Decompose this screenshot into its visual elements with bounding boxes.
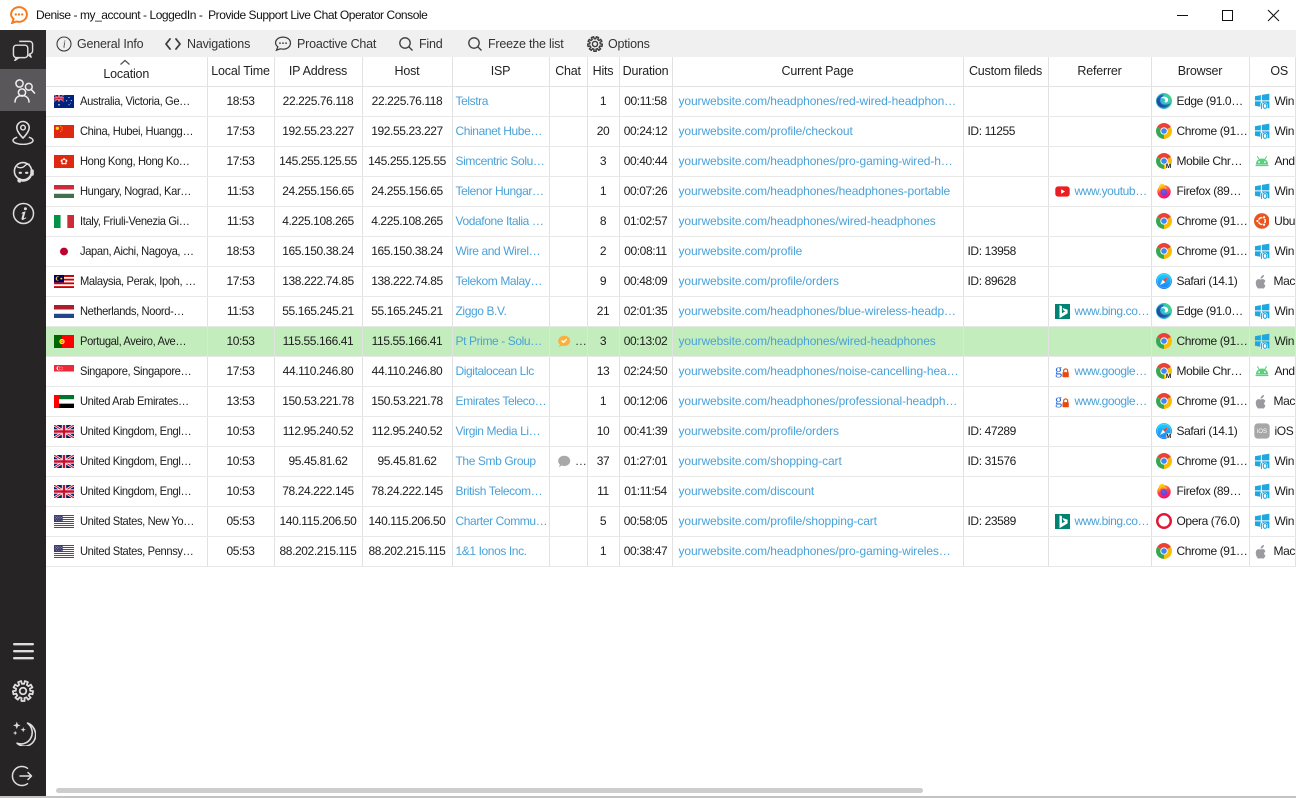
svg-text:i: i (63, 39, 66, 50)
